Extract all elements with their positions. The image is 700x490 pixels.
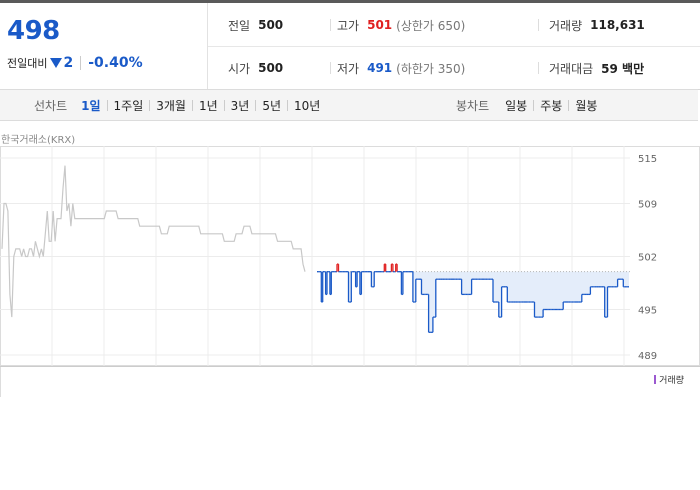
change-percent: -0.40% [88,55,143,71]
quote-summary: 498 전일대비 2 -0.40% 전일 500 고가 501 (상한가 650… [0,3,700,90]
low-label: 저가 [337,61,360,76]
open-cell: 시가 500 [228,58,283,78]
divider [80,56,82,70]
divider [538,19,539,31]
divider [106,99,108,111]
tab-weekly[interactable]: 주봉 [536,97,566,114]
tab-3y[interactable]: 3년 [227,97,254,114]
panel-edge [0,367,1,397]
divider [223,99,225,111]
divider [330,19,331,31]
open-value: 500 [258,61,284,75]
low-value: 491 [367,61,393,75]
volume-value: 118,631 [590,18,645,32]
low-cell: 저가 491 (하한가 350) [337,58,465,78]
divider [538,62,539,74]
chart-grid [0,146,700,366]
y-tick-label: 489 [638,351,657,362]
divider [255,99,257,111]
divider [568,99,570,111]
high-label: 고가 [337,18,360,33]
change-amount: 2 [63,55,74,71]
volume-cell: 거래량 118,631 [549,15,645,35]
divider [287,99,289,111]
high-cell: 고가 501 (상한가 650) [337,15,465,35]
volume-panel: 거래량 [0,366,700,397]
volume-legend: 거래량 [654,373,684,386]
y-tick-label: 509 [638,199,657,210]
y-axis-ticks: 515 509 502 495 489 [638,154,657,362]
tab-5y[interactable]: 5년 [258,97,285,114]
amount-cell: 거래대금 59 백만 [549,58,644,78]
tab-1d[interactable]: 1일 [77,97,104,114]
divider [149,99,151,111]
current-price: 498 [7,16,60,46]
tab-daily[interactable]: 일봉 [501,97,531,114]
upper-limit: (상한가 650) [396,18,466,33]
line-chart-tabs: 선차트 1일 1주일 3개월 1년 3년 5년 10년 [34,90,324,120]
high-value: 501 [367,18,393,32]
current-price-box: 498 전일대비 2 -0.40% [0,3,208,89]
amount-value: 59 백만 [601,61,645,76]
down-triangle-icon [50,58,63,68]
price-chart-svg: 515 509 502 495 489 [0,146,700,366]
period-tab-bar: 선차트 1일 1주일 3개월 1년 3년 5년 10년 봉차트 일봉 주봉 월봉 [0,89,698,121]
divider [330,62,331,74]
lower-limit: (하한가 350) [396,61,466,76]
candle-chart-label: 봉차트 [456,98,490,113]
divider [533,99,535,111]
price-chart[interactable]: 515 509 502 495 489 [0,146,700,366]
stats-grid: 전일 500 고가 501 (상한가 650) 거래량 118,631 시가 5… [208,3,700,89]
volume-label: 거래량 [549,18,583,33]
y-tick-label: 495 [638,306,657,317]
prev-close-cell: 전일 500 [228,15,283,35]
y-tick-label: 515 [638,154,657,165]
prev-close-label: 전일 [228,18,251,33]
tab-monthly[interactable]: 월봉 [571,97,601,114]
candle-chart-tabs: 봉차트 일봉 주봉 월봉 [456,90,601,120]
stats-row-divider [208,46,700,47]
change-row: 전일대비 2 -0.40% [7,55,143,71]
amount-label: 거래대금 [549,61,594,76]
tab-1w[interactable]: 1주일 [110,97,148,114]
divider [191,99,193,111]
tab-10y[interactable]: 10년 [290,97,324,114]
volume-legend-label: 거래량 [659,376,684,386]
tab-1y[interactable]: 1년 [195,97,222,114]
open-label: 시가 [228,61,251,76]
change-label: 전일대비 [7,57,48,70]
prev-close-value: 500 [258,18,284,32]
line-chart-label: 선차트 [34,98,68,113]
tab-3m[interactable]: 3개월 [152,97,190,114]
y-tick-label: 502 [638,253,657,264]
exchange-label: 한국거래소(KRX) [1,135,76,146]
volume-swatch [654,375,657,384]
